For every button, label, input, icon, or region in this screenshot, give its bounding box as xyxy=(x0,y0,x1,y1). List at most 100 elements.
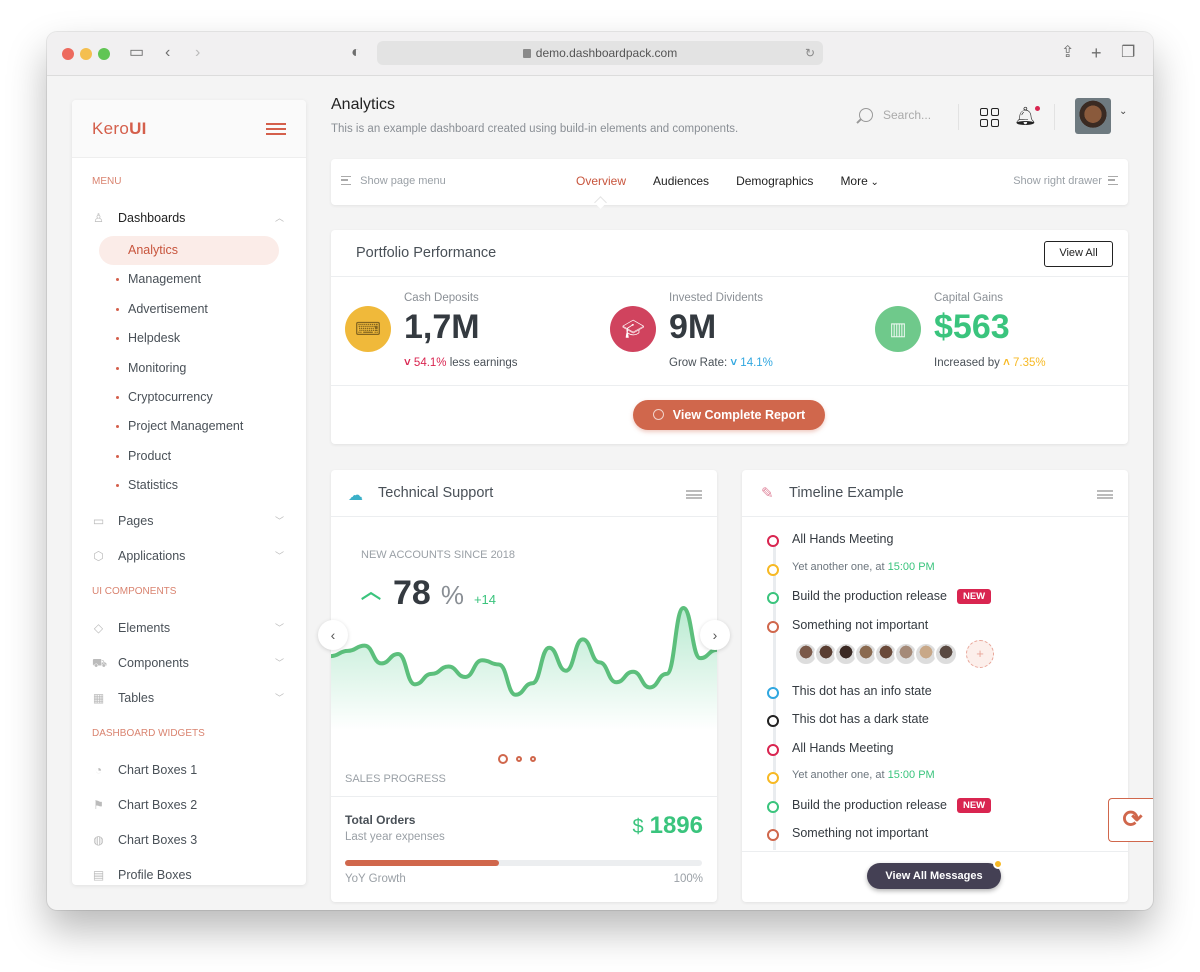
user-avatar[interactable] xyxy=(1075,98,1111,134)
diamond-icon: ◇ xyxy=(93,620,104,635)
sidebar-item-label: Components xyxy=(118,655,189,670)
sidebar-subitem-label: Helpdesk xyxy=(128,331,181,346)
arrow-down-icon: ˅ xyxy=(404,357,414,369)
tab-demographics[interactable]: Demographics xyxy=(736,174,813,188)
new-tab-icon[interactable]: + xyxy=(1091,44,1102,62)
avatar[interactable] xyxy=(934,641,958,666)
sidebar-item-chart-boxes-3[interactable]: ◍ Chart Boxes 3 xyxy=(72,823,306,858)
timeline-label: Something not important xyxy=(792,826,929,840)
ball-icon: ◍ xyxy=(93,832,104,847)
metric-value: 1,7M xyxy=(404,308,480,346)
carousel-dot[interactable] xyxy=(530,755,536,762)
search-placeholder: Search... xyxy=(883,108,932,122)
metric-delta-row: Grow Rate: ˅ 14.1% xyxy=(669,357,773,369)
sidebar-subitem-label: Advertisement xyxy=(128,301,208,316)
sidebar-subitem-monitoring[interactable]: Monitoring xyxy=(72,354,306,383)
address-bar[interactable]: demo.dashboardpack.com ↻ xyxy=(377,41,823,65)
portfolio-performance-card: Portfolio Performance View All ⌨ Cash Dep… xyxy=(331,230,1128,444)
logo-text-a: Kero xyxy=(92,119,130,138)
card-menu-icon[interactable] xyxy=(686,490,702,499)
timeline-dot xyxy=(767,535,779,547)
page-content: KeroUI MENU ♙ Dashboards ︿ Analytics Mana… xyxy=(47,76,1153,910)
card-title: Timeline Example xyxy=(789,485,904,501)
sidebar-subitem-analytics[interactable]: Analytics xyxy=(72,236,306,265)
id-card-icon: ▤ xyxy=(92,867,105,882)
forward-icon[interactable]: › xyxy=(195,44,200,62)
sidebar-subitem-statistics[interactable]: Statistics xyxy=(72,471,306,500)
show-page-menu-label: Show page menu xyxy=(360,175,446,187)
chevron-down-icon: ﹀ xyxy=(274,657,284,668)
carousel-prev-button[interactable]: ‹ xyxy=(318,620,348,650)
new-badge: NEW xyxy=(956,797,992,813)
arrow-up-icon: ˄ xyxy=(1003,357,1013,369)
show-right-drawer-button[interactable]: Show right drawer xyxy=(1013,175,1118,187)
metric-label: Cash Deposits xyxy=(404,292,479,304)
timeline-label: Build the production release xyxy=(792,589,947,603)
metric-cash-deposits: ⌨ Cash Deposits 1,7M ˅ 54.1% less earnings xyxy=(345,292,595,372)
search-input[interactable]: Search... xyxy=(859,108,931,122)
carousel-next-button[interactable]: › xyxy=(700,620,730,650)
sidebar-item-label: Profile Boxes xyxy=(118,867,192,882)
new-badge: NEW xyxy=(956,589,992,604)
sidebar-subitem-product[interactable]: Product xyxy=(72,442,306,471)
pie-chart-icon: ◔ xyxy=(94,762,103,777)
apps-grid-icon[interactable] xyxy=(980,108,1000,128)
carousel-dot[interactable] xyxy=(516,755,522,762)
metric-delta: 14.1% xyxy=(740,357,773,369)
timeline-list[interactable]: All Hands Meeting Yet another one, at 15:… xyxy=(742,518,1128,850)
show-page-menu-button[interactable]: Show page menu xyxy=(341,175,446,187)
sidebar-item-components[interactable]: ⛟ Components ﹀ xyxy=(72,646,306,681)
notifications-bell-icon[interactable]: 🔔︎ xyxy=(1014,106,1040,127)
sidebar-item-tables[interactable]: ▦ Tables ﹀ xyxy=(72,681,306,716)
maximize-window-button[interactable] xyxy=(98,48,110,60)
chevron-down-icon[interactable]: ⌄ xyxy=(1119,106,1127,117)
button-label: View Complete Report xyxy=(672,408,806,422)
sidebar-item-applications[interactable]: ⬡ Applications ﹀ xyxy=(72,539,306,574)
hamburger-menu-icon[interactable] xyxy=(266,123,286,135)
sidebar-subitem-advertisement[interactable]: Advertisement xyxy=(72,295,306,324)
page-tab-bar: Show page menu Overview Audiences Demograp… xyxy=(331,159,1128,205)
sidebar-item-pages[interactable]: ▭ Pages ﹀ xyxy=(72,504,306,539)
building-icon: ▥ xyxy=(875,306,921,352)
sidebar-item-chart-boxes-1[interactable]: ◔ Chart Boxes 1 xyxy=(72,753,306,788)
minimize-window-button[interactable] xyxy=(80,48,92,60)
view-all-button[interactable]: View All xyxy=(1044,241,1113,267)
tab-more[interactable]: More ⌄ xyxy=(840,174,879,188)
logo[interactable]: KeroUI xyxy=(92,119,147,139)
sidebar-item-profile-boxes[interactable]: ▤ Profile Boxes xyxy=(72,858,306,885)
add-avatar-button[interactable]: + xyxy=(966,639,994,668)
yoy-progress-bar xyxy=(345,860,702,866)
lighter-icon: ✎ xyxy=(761,485,774,502)
sidebar-item-label: Dashboards xyxy=(118,211,186,225)
sidebar-toggle-icon[interactable]: ▭ xyxy=(129,44,144,62)
tab-audiences[interactable]: Audiences xyxy=(653,174,709,188)
reload-icon[interactable]: ↻ xyxy=(805,41,815,65)
sidebar-subitem-label: Statistics xyxy=(128,478,179,493)
timeline-time: 15:00 PM xyxy=(887,769,935,781)
card-menu-icon[interactable] xyxy=(1097,490,1113,499)
view-all-messages-button[interactable]: View All Messages xyxy=(867,859,1003,889)
shield-icon[interactable]: ◐ xyxy=(351,44,361,62)
chevron-down-icon: ﹀ xyxy=(274,550,284,561)
sidebar-subitem-helpdesk[interactable]: Helpdesk xyxy=(72,324,306,353)
share-icon[interactable]: ⇪ xyxy=(1061,44,1074,62)
table-icon: ▦ xyxy=(92,690,105,705)
status-dot xyxy=(993,859,1003,869)
sidebar-item-elements[interactable]: ◇ Elements ﹀ xyxy=(72,611,306,646)
timeline-text: Something not important xyxy=(792,618,928,632)
back-icon[interactable]: ‹ xyxy=(165,44,170,62)
sidebar-subitem-management[interactable]: Management xyxy=(72,265,306,294)
tabs-overview-icon[interactable]: ❐ xyxy=(1121,44,1135,62)
sidebar-subitem-cryptocurrency[interactable]: Cryptocurrency xyxy=(72,383,306,412)
tab-overview[interactable]: Overview xyxy=(576,174,626,188)
tab-label: Demographics xyxy=(736,174,814,188)
carousel-dot[interactable] xyxy=(498,753,508,764)
view-complete-report-button[interactable]: View Complete Report xyxy=(633,400,825,430)
refresh-settings-button[interactable]: ⟳ xyxy=(1108,798,1153,842)
sidebar-item-dashboards[interactable]: ♙ Dashboards ︿ xyxy=(72,201,306,236)
close-window-button[interactable] xyxy=(62,48,74,60)
sidebar-subitem-project-management[interactable]: Project Management xyxy=(72,412,306,441)
timeline-dot xyxy=(767,686,779,699)
timeline-time: 15:00 PM xyxy=(887,560,935,573)
sidebar-item-chart-boxes-2[interactable]: ⚑ Chart Boxes 2 xyxy=(72,788,306,823)
